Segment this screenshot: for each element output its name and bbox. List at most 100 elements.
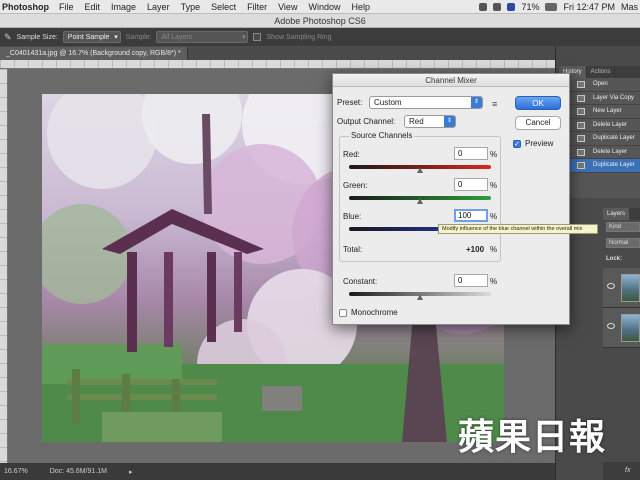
eye-icon[interactable] <box>607 323 615 329</box>
menu-select[interactable]: Select <box>211 2 236 12</box>
red-input[interactable]: 0 <box>454 147 488 160</box>
menu-file[interactable]: File <box>59 2 74 12</box>
status-area: 71% Fri 12:47 PM Mas <box>479 2 640 12</box>
flag-icon[interactable] <box>507 2 516 11</box>
history-item[interactable]: Open <box>559 78 640 92</box>
blue-input[interactable]: 100 <box>454 209 488 222</box>
clock[interactable]: Fri 12:47 PM <box>563 2 615 12</box>
layers-tabs: Layers <box>603 208 640 220</box>
user-name[interactable]: Mas <box>621 2 638 12</box>
lock-label: Lock: <box>606 256 623 262</box>
green-input[interactable]: 0 <box>454 178 488 191</box>
eyedropper-icon[interactable]: ✎ <box>4 32 12 43</box>
constant-label: Constant: <box>343 277 378 286</box>
layer-row[interactable] <box>603 308 640 348</box>
monochrome-label: Monochrome <box>351 308 398 317</box>
constant-slider-thumb[interactable] <box>417 294 423 300</box>
history-step-icon <box>577 162 585 169</box>
options-bar: ✎ Sample Size: Point Sample Sample: All … <box>0 28 640 46</box>
history-list: Open Layer Via Copy New Layer Delete Lay… <box>559 78 640 198</box>
total-value: +100 <box>466 245 485 254</box>
history-item-label: Layer Via Copy <box>593 94 634 101</box>
output-channel-select[interactable]: Red ⇕ <box>404 115 456 128</box>
cancel-button[interactable]: Cancel <box>515 116 561 130</box>
status-bar: 16.67% Doc: 45.6M/91.1M ▸ <box>0 463 555 480</box>
preview-checkbox[interactable]: ✓ <box>513 140 521 148</box>
history-item[interactable]: Delete Layer <box>559 119 640 132</box>
menu-layer[interactable]: Layer <box>147 2 170 12</box>
battery-percent[interactable]: 71% <box>521 2 539 12</box>
preset-label: Preset: <box>337 98 363 107</box>
history-step-icon <box>577 135 585 142</box>
menu-filter[interactable]: Filter <box>247 2 267 12</box>
sample-size-select[interactable]: Point Sample <box>62 31 121 43</box>
percent-sign: % <box>490 181 498 190</box>
dropbox-icon[interactable] <box>479 2 488 11</box>
history-item-label: Duplicate Layer <box>593 135 635 142</box>
preset-value: Custom <box>374 98 402 107</box>
vertical-ruler <box>0 69 8 463</box>
chevron-updown-icon: ⇕ <box>444 116 455 127</box>
eye-icon[interactable] <box>607 283 615 289</box>
output-channel-value: Red <box>409 117 424 126</box>
history-item[interactable]: New Layer <box>559 105 640 119</box>
window-title: Adobe Photoshop CS6 <box>0 14 640 28</box>
percent-sign: % <box>490 245 498 254</box>
blue-tooltip: Modify influence of the blue channel wit… <box>438 224 598 234</box>
menu-image[interactable]: Image <box>111 2 136 12</box>
battery-icon[interactable] <box>545 2 558 11</box>
history-tabs: History Actions <box>559 66 640 78</box>
sample-select[interactable]: All Layers <box>156 31 249 43</box>
history-item-label: Duplicate Layer <box>593 162 635 169</box>
layer-filter-select[interactable]: Kind <box>606 222 640 232</box>
ok-button[interactable]: OK <box>515 96 561 110</box>
menu-type[interactable]: Type <box>181 2 201 12</box>
channel-mixer-dialog: Channel Mixer Preset: Custom ⇕ ≡ Output … <box>332 73 598 325</box>
chevron-updown-icon: ⇕ <box>471 97 482 108</box>
tab-layers[interactable]: Layers <box>603 208 629 220</box>
preset-select[interactable]: Custom ⇕ <box>369 96 483 109</box>
menu-view[interactable]: View <box>278 2 297 12</box>
newspaper-watermark: 蘋果日報 <box>458 416 607 458</box>
percent-sign: % <box>490 277 498 286</box>
history-step-icon <box>577 94 585 102</box>
history-step-icon <box>577 121 585 129</box>
source-channels-title: Source Channels <box>349 131 415 140</box>
doc-size[interactable]: Doc: 45.6M/91.1M <box>50 468 107 475</box>
blend-mode-select[interactable]: Normal <box>606 238 640 248</box>
history-item[interactable]: Layer Via Copy <box>559 92 640 105</box>
red-slider-thumb[interactable] <box>417 167 423 173</box>
show-sampling-ring-label: Show Sampling Ring <box>266 33 332 41</box>
percent-sign: % <box>490 150 498 159</box>
percent-sign: % <box>490 212 498 221</box>
wifi-icon[interactable] <box>493 2 502 11</box>
history-step-icon <box>577 81 585 88</box>
total-label: Total: <box>343 245 363 254</box>
document-tab[interactable]: _C0401431a.jpg @ 16.7% (Background copy,… <box>0 47 188 60</box>
zoom-level[interactable]: 16.67% <box>4 468 28 475</box>
monochrome-checkbox[interactable] <box>339 309 347 317</box>
menu-bar: Photoshop File Edit Image Layer Type Sel… <box>0 0 640 14</box>
layer-row[interactable] <box>603 268 640 308</box>
red-label: Red: <box>343 150 360 159</box>
menu-edit[interactable]: Edit <box>85 2 101 12</box>
history-item[interactable]: Duplicate Layer <box>559 132 640 146</box>
status-arrow-icon[interactable]: ▸ <box>129 468 133 476</box>
sample-size-label: Sample Size: <box>16 33 58 41</box>
menu-help[interactable]: Help <box>351 2 370 12</box>
output-channel-label: Output Channel: <box>337 117 396 126</box>
layer-thumbnail <box>621 314 640 342</box>
history-item[interactable]: Delete Layer <box>559 146 640 159</box>
dialog-title: Channel Mixer <box>333 74 569 87</box>
menu-window[interactable]: Window <box>308 2 340 12</box>
app-name[interactable]: Photoshop <box>2 2 49 12</box>
constant-input[interactable]: 0 <box>454 274 488 287</box>
blue-label: Blue: <box>343 212 362 221</box>
green-slider-thumb[interactable] <box>417 198 423 204</box>
preset-options-icon[interactable]: ≡ <box>492 99 497 109</box>
history-item-label: New Layer <box>593 108 622 115</box>
fx-button[interactable]: fx <box>603 462 640 480</box>
show-sampling-ring-checkbox[interactable] <box>253 33 262 41</box>
tab-actions[interactable]: Actions <box>586 66 616 78</box>
history-item-active[interactable]: Duplicate Layer <box>559 159 640 173</box>
